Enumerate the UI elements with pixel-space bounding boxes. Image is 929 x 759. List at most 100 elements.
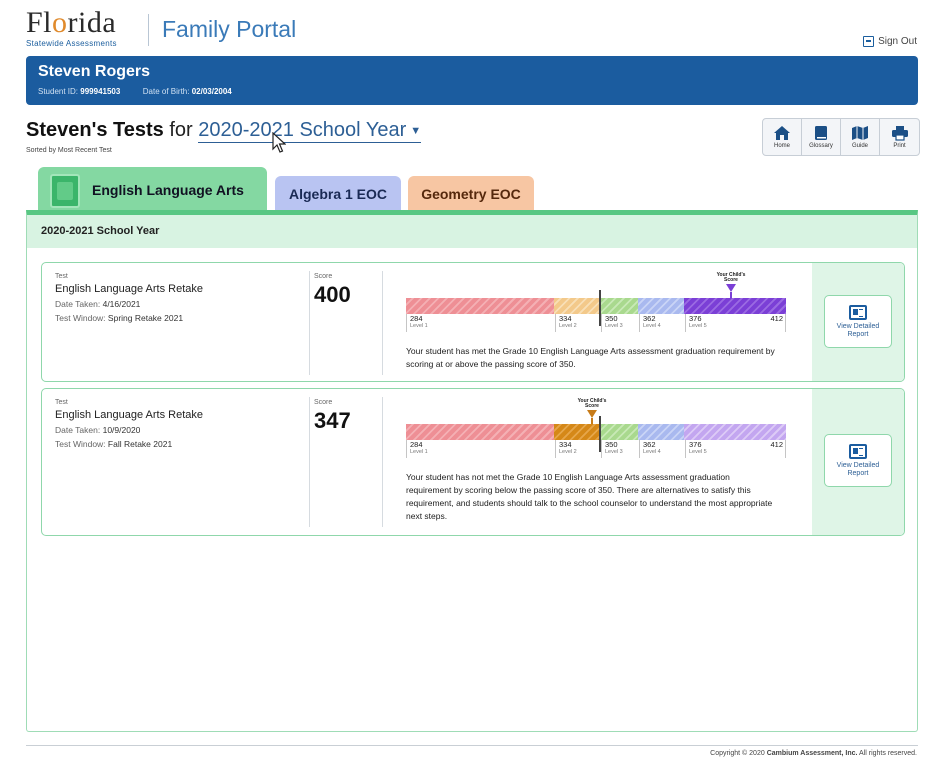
level-2-segment (554, 298, 600, 314)
tick: 376 Level 5 (685, 314, 707, 332)
tick: 376 Level 5 (685, 440, 707, 458)
tick: 362 Level 4 (639, 314, 661, 332)
portal-name: Family Portal (162, 16, 297, 42)
tick-value: 350 (605, 314, 618, 323)
tick-value: 362 (643, 314, 656, 323)
report-icon (849, 443, 867, 459)
tick: 350 Level 3 (601, 314, 623, 332)
school-year-value: 2020-2021 School Year (198, 119, 407, 141)
score-label: Score (314, 273, 333, 280)
level-5-segment (684, 298, 786, 314)
tick-level: Level 1 (410, 323, 428, 329)
test-window-value: Spring Retake 2021 (107, 313, 184, 323)
test-name: English Language Arts Retake (55, 283, 203, 295)
tab-algebra-label: Algebra 1 EOC (288, 185, 388, 202)
scale-bar (406, 290, 786, 326)
view-detailed-report-button[interactable]: View Detailed Report (824, 434, 892, 487)
score-value: 347 (314, 408, 351, 433)
score-label: Score (314, 399, 333, 406)
your-childs-score-marker: Your Child's Score (711, 273, 751, 298)
school-year-dropdown[interactable]: 2020-2021 School Year ▼ (198, 119, 422, 143)
score-block: Score 400 (314, 273, 351, 308)
glossary-label: Glossary (809, 143, 833, 149)
mouse-cursor-icon (272, 131, 287, 159)
detail-column: View Detailed Report (812, 263, 904, 381)
test-window-label: Test Window: (55, 439, 106, 449)
test-window: Test Window: Fall Retake 2021 (55, 439, 295, 449)
level-2-segment (554, 424, 600, 440)
tab-geometry-eoc[interactable]: Geometry EOC (408, 176, 534, 211)
your-childs-score-marker: Your Child's Score (572, 399, 612, 424)
glossary-button[interactable]: Glossary (802, 119, 841, 155)
score-scale: Your Child's Score 284 Level 1 334 Level 2… (406, 399, 786, 458)
result-card: Test English Language Arts Retake Date T… (41, 262, 905, 382)
date-taken-label: Date Taken: (55, 299, 101, 309)
tick-level: Level 5 (689, 449, 707, 455)
tick-value: 334 (559, 314, 572, 323)
chevron-down-icon: ▼ (410, 124, 422, 137)
result-description: Your student has not met the Grade 10 En… (406, 472, 773, 521)
report-icon (849, 304, 867, 320)
tick-level: Level 2 (559, 323, 577, 329)
tick-level: Level 3 (605, 449, 623, 455)
result-description: Your student has met the Grade 10 Englis… (406, 346, 775, 369)
date-taken: Date Taken: 4/16/2021 (55, 299, 295, 309)
divider (309, 271, 310, 375)
level-5-segment (684, 424, 786, 440)
scale-ticks: 284 Level 1 334 Level 2 350 Level 3 362 Leve… (406, 314, 786, 332)
copyright-company: Cambium Assessment, Inc. (766, 750, 858, 757)
tick: 284 Level 1 (407, 314, 428, 332)
sort-note: Sorted by Most Recent Test (26, 147, 112, 154)
sign-out-link[interactable]: Sign Out (863, 36, 917, 47)
student-id-value: 999941503 (80, 87, 121, 96)
test-label: Test (55, 399, 68, 406)
tick: 350 Level 3 (601, 440, 623, 458)
print-button[interactable]: Print (880, 119, 919, 155)
marker-triangle-icon (726, 284, 736, 292)
marker-label: Your Child's Score (577, 398, 607, 409)
level-4-segment (638, 298, 684, 314)
view-detailed-report-button[interactable]: View Detailed Report (824, 295, 892, 348)
test-name: English Language Arts Retake (55, 409, 203, 421)
score-block: Score 347 (314, 399, 351, 434)
tab-geometry-label: Geometry EOC (421, 185, 521, 202)
dob-label: Date of Birth: (142, 87, 190, 96)
detail-column: View Detailed Report (812, 389, 904, 535)
divider (382, 271, 383, 375)
results-panel: 2020-2021 School Year Test English Langu… (26, 210, 918, 732)
footer-divider (26, 745, 918, 746)
view-detailed-report-label: View Detailed Report (836, 322, 880, 338)
date-taken-value: 10/9/2020 (102, 425, 141, 435)
marker-label: Your Child's Score (716, 272, 746, 283)
tick-level: Level 3 (605, 323, 623, 329)
home-label: Home (773, 143, 790, 149)
tick-value: 376 (689, 440, 702, 449)
level-3-segment (600, 424, 638, 440)
result-card: Test English Language Arts Retake Date T… (41, 388, 905, 536)
level-1-segment (406, 424, 554, 440)
scale-max: 412 (770, 440, 786, 458)
utility-toolbar: Home Glossary Guide Print (762, 118, 920, 156)
divider (309, 397, 310, 527)
sign-out-label: Sign Out (878, 36, 917, 47)
tick-level: Level 5 (689, 323, 707, 329)
level-4-segment (638, 424, 684, 440)
tests-title-for: for (169, 119, 193, 141)
test-info: Test English Language Arts Retake Date T… (55, 273, 295, 323)
tab-ela-label: English Language Arts (92, 182, 244, 198)
print-icon (891, 125, 909, 141)
test-info: Test English Language Arts Retake Date T… (55, 399, 295, 449)
book-icon (50, 174, 80, 208)
test-window-value: Fall Retake 2021 (107, 439, 173, 449)
tab-algebra-1-eoc[interactable]: Algebra 1 EOC (275, 176, 401, 211)
student-id-label: Student ID: (38, 87, 79, 96)
dob-value: 02/03/2004 (191, 87, 232, 96)
copyright-prefix: Copyright © 2020 (710, 750, 765, 757)
student-name: Steven Rogers (38, 63, 151, 80)
scale-ticks: 284 Level 1 334 Level 2 350 Level 3 362 Leve… (406, 440, 786, 458)
logo-divider (148, 14, 149, 46)
divider (382, 397, 383, 527)
home-button[interactable]: Home (763, 119, 802, 155)
guide-button[interactable]: Guide (841, 119, 880, 155)
tab-english-language-arts[interactable]: English Language Arts (38, 167, 267, 213)
